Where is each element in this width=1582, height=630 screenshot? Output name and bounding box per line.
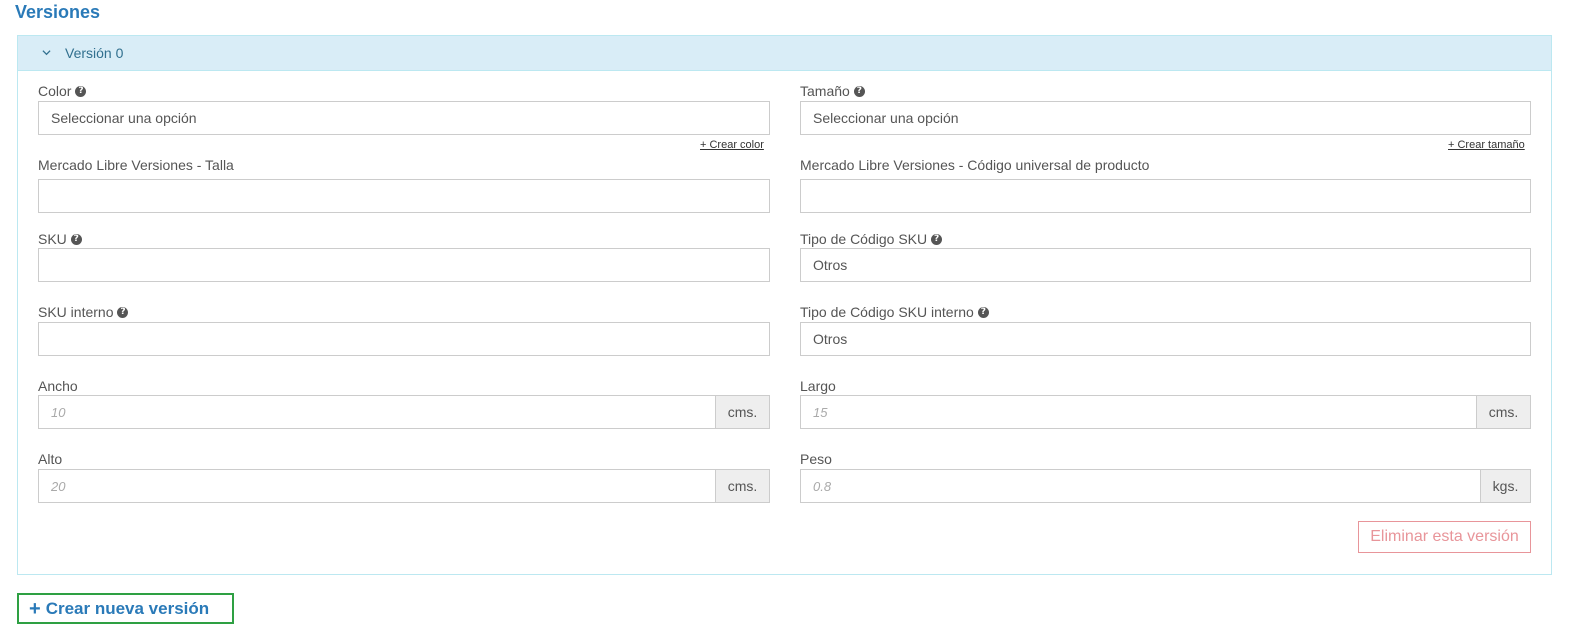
ml-talla-label: Mercado Libre Versiones - Talla: [38, 157, 234, 173]
tipo-sku-label: Tipo de Código SKU?: [800, 231, 943, 247]
question-circle-icon[interactable]: ?: [117, 306, 129, 318]
question-circle-icon[interactable]: ?: [70, 233, 82, 245]
delete-version-button[interactable]: Eliminar esta versión: [1358, 521, 1531, 553]
question-circle-icon[interactable]: ?: [931, 233, 943, 245]
question-circle-icon[interactable]: ?: [977, 306, 989, 318]
version-panel-header[interactable]: Versión 0: [18, 36, 1551, 71]
peso-input[interactable]: 0.8: [800, 469, 1481, 503]
alto-input[interactable]: 20: [38, 469, 716, 503]
tamano-label: Tamaño?: [800, 83, 865, 99]
version-panel-title: Versión 0: [65, 45, 124, 61]
question-circle-icon[interactable]: ?: [853, 85, 865, 97]
plus-icon: +: [29, 597, 41, 620]
tamano-select[interactable]: Seleccionar una opción: [800, 101, 1531, 135]
largo-label: Largo: [800, 378, 836, 394]
sku-interno-input[interactable]: [38, 322, 770, 356]
create-size-link[interactable]: + Crear tamaño: [1448, 139, 1525, 151]
ancho-label: Ancho: [38, 378, 78, 394]
sku-label: SKU?: [38, 231, 82, 247]
ancho-input[interactable]: 10: [38, 395, 716, 429]
new-version-button[interactable]: + Crear nueva versión: [17, 593, 234, 624]
ml-talla-input[interactable]: [38, 179, 770, 213]
largo-input[interactable]: 15: [800, 395, 1477, 429]
chevron-down-icon: [42, 49, 51, 55]
sku-input[interactable]: [38, 248, 770, 282]
largo-unit: cms.: [1476, 395, 1531, 429]
create-color-link[interactable]: + Crear color: [700, 139, 764, 151]
alto-unit: cms.: [715, 469, 770, 503]
ml-upc-input[interactable]: [800, 179, 1531, 213]
color-label: Color?: [38, 83, 87, 99]
tipo-sku-select[interactable]: Otros: [800, 248, 1531, 282]
ml-upc-label: Mercado Libre Versiones - Código univers…: [800, 157, 1150, 173]
question-circle-icon[interactable]: ?: [75, 85, 87, 97]
peso-unit: kgs.: [1480, 469, 1531, 503]
tipo-sku-interno-select[interactable]: Otros: [800, 322, 1531, 356]
alto-label: Alto: [38, 451, 63, 467]
new-version-label: Crear nueva versión: [45, 598, 210, 618]
sku-interno-label: SKU interno?: [38, 304, 129, 320]
ancho-unit: cms.: [715, 395, 770, 429]
peso-label: Peso: [800, 451, 832, 467]
tipo-sku-interno-label: Tipo de Código SKU interno?: [800, 304, 989, 320]
color-select[interactable]: Seleccionar una opción: [38, 101, 770, 135]
section-title: Versiones: [15, 2, 101, 22]
